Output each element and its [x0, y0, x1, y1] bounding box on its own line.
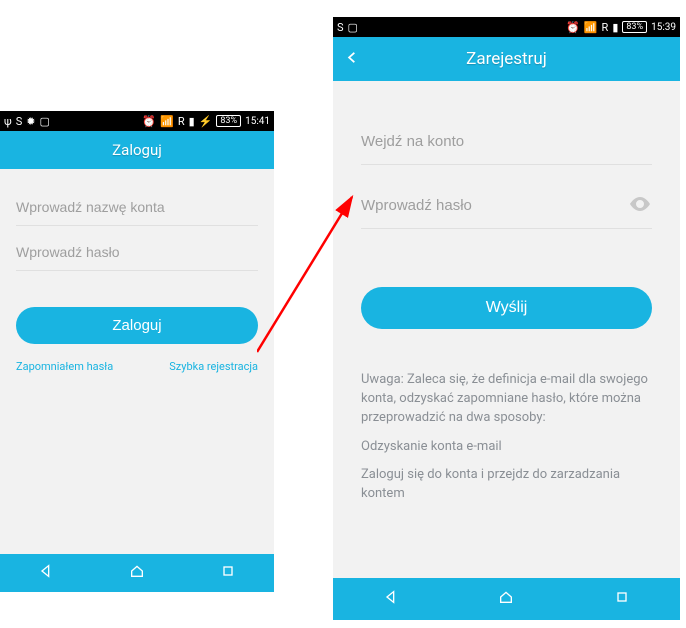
login-button[interactable]: Zaloguj [16, 307, 258, 344]
title-bar: Zaloguj [0, 131, 274, 169]
forgot-password-link[interactable]: Zapomniałem hasła [16, 360, 113, 373]
note-line-1: Odzyskanie konta e-mail [361, 438, 652, 457]
android-nav-bar [0, 554, 274, 592]
page-title: Zaloguj [112, 141, 162, 159]
roaming-icon: R [602, 22, 609, 33]
note-block: Uwaga: Zaleca się, że definicja e-mail d… [361, 371, 652, 504]
skype-icon: S [337, 22, 344, 33]
image-icon: ▢ [348, 22, 358, 33]
title-bar: Zarejestruj [333, 37, 680, 81]
back-icon[interactable] [38, 563, 54, 583]
clock: 15:39 [651, 22, 676, 33]
alarm-icon: ⏰ [142, 116, 156, 127]
login-screen: ψ S ✹ ▢ ⏰ 📶 R ▮ ⚡ 83% 15:41 Zaloguj Zalo… [0, 111, 274, 592]
recent-icon[interactable] [220, 563, 236, 583]
battery-level: 83% [216, 115, 241, 127]
home-icon[interactable] [498, 589, 514, 609]
android-nav-bar [333, 578, 680, 620]
usb-icon: ψ [4, 116, 12, 127]
page-title: Zarejestruj [466, 49, 547, 69]
wifi-icon: 📶 [584, 22, 598, 33]
roaming-icon: R [178, 116, 185, 127]
battery-level: 83% [622, 21, 647, 33]
alarm-icon: ⏰ [566, 22, 580, 33]
wifi-icon: 📶 [160, 116, 174, 127]
show-password-icon[interactable] [628, 192, 652, 220]
notify-icon: ✹ [26, 116, 35, 127]
account-input[interactable] [16, 189, 258, 226]
charging-icon: ⚡ [199, 116, 213, 127]
clock: 15:41 [245, 116, 270, 127]
signal-icon: ▮ [189, 116, 195, 127]
home-icon[interactable] [129, 563, 145, 583]
register-screen: S ▢ ⏰ 📶 R ▮ 83% 15:39 Zarejestruj Wyślij [333, 17, 680, 620]
image-icon: ▢ [39, 116, 49, 127]
status-bar: S ▢ ⏰ 📶 R ▮ 83% 15:39 [333, 17, 680, 37]
submit-button[interactable]: Wyślij [361, 287, 652, 329]
status-bar: ψ S ✹ ▢ ⏰ 📶 R ▮ ⚡ 83% 15:41 [0, 111, 274, 131]
recent-icon[interactable] [614, 589, 630, 609]
account-input[interactable] [361, 119, 652, 165]
back-icon[interactable] [383, 589, 399, 609]
password-input[interactable] [16, 234, 258, 271]
signal-icon: ▮ [612, 22, 618, 33]
password-input[interactable] [361, 183, 652, 229]
note-intro: Uwaga: Zaleca się, że definicja e-mail d… [361, 371, 652, 428]
note-line-2: Zaloguj się do konta i przejdz do zarzad… [361, 466, 652, 504]
quick-register-link[interactable]: Szybka rejestracja [169, 360, 258, 373]
back-button[interactable] [345, 49, 359, 70]
skype-icon: S [16, 116, 23, 127]
